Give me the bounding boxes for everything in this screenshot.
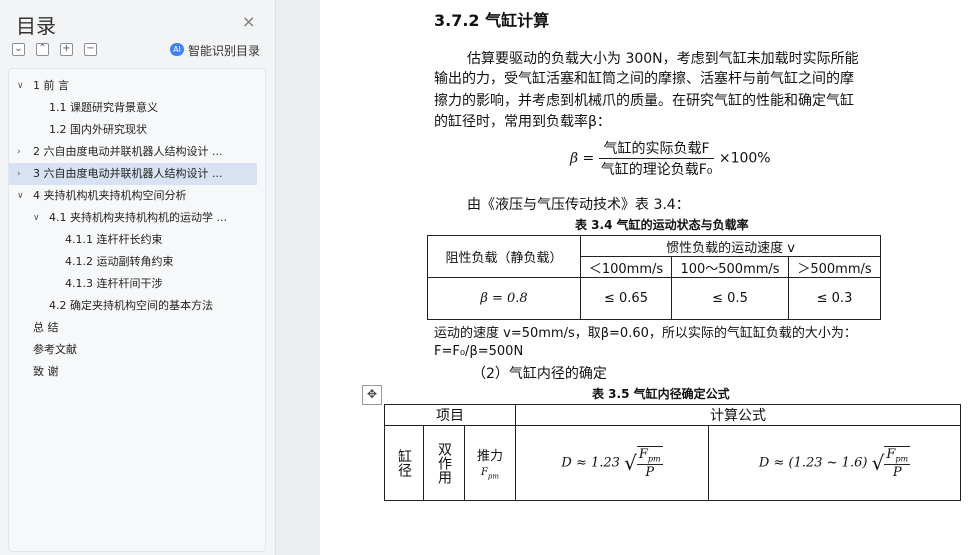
section-heading: 3.7.2 气缸计算 [434, 11, 550, 30]
table-header-cell: 计算公式 [515, 404, 961, 426]
chevron-right-icon[interactable]: › [17, 163, 21, 185]
table-cell: β = 0.8 [427, 277, 581, 320]
outline-item-label: 参考文献 [33, 343, 77, 356]
chevron-down-icon[interactable]: ∨ [33, 207, 40, 229]
table-subheader-cell: 100～500mm/s [671, 256, 789, 278]
formula-lhs: β = [570, 150, 595, 167]
outline-item-label: 4.1 夹持机构夹持机构机的运动学 ... [49, 211, 227, 224]
outline-item[interactable]: 4.1.2 运动副转角约束 [9, 251, 265, 273]
chevron-down-icon[interactable]: ∨ [17, 75, 24, 97]
formula-numerator: 气缸的实际负载F [598, 138, 715, 159]
outline-item[interactable]: › 2 六自由度电动并联机器人结构设计 ... [9, 141, 265, 163]
paragraph-line: 擦力的影响，并考虑到机械爪的质量。在研究气缸的性能和确定气缸 [434, 93, 854, 109]
outline-item[interactable]: ∨ 4.1 夹持机构夹持机构机的运动学 ... [9, 207, 265, 229]
formula-lhs: D ≈ 1.23 [561, 455, 620, 471]
outline-item-label: 4.1.2 运动副转角约束 [65, 255, 174, 268]
outline-item[interactable]: ∨ 4 夹持机构机夹持机构空间分析 [9, 185, 265, 207]
table-cell: ≤ 0.5 [671, 277, 789, 320]
table-subheader-cell: ＞500mm/s [788, 256, 881, 278]
outline-item-label: 3 六自由度电动并联机器人结构设计 ... [33, 167, 223, 180]
outline-item-label: 4.1.1 连杆杆长约束 [65, 233, 163, 246]
outline-item[interactable]: 4.1.1 连杆杆长约束 [9, 229, 265, 251]
close-icon[interactable]: × [242, 12, 255, 31]
table-cell: 推力 Fpm [464, 425, 516, 501]
thrust-symbol: F [480, 467, 488, 479]
formula-lhs: D ≈ (1.23 ~ 1.6) [758, 455, 868, 471]
formula-denominator: 气缸的理论负载F₀ [600, 162, 713, 178]
outline-list: ∨ 1 前 言 1.1 课题研究背景意义 1.2 国内外研究现状 › 2 六自由度电动并联… [8, 68, 266, 552]
force-line: F=F₀/β=500N [434, 344, 524, 359]
outline-item-label: 1.2 国内外研究现状 [49, 123, 147, 136]
nav-title: 目录 [16, 14, 56, 38]
smart-toc-button[interactable]: 智能识别目录 [188, 42, 260, 59]
outline-item[interactable]: 4.1.3 连杆杆间干涉 [9, 273, 265, 295]
reference-line: 由《液压与气压传动技术》表 3.4： [467, 197, 690, 213]
load-ratio-formula: β = 气缸的实际负载F 气缸的理论负载F₀ ×100% [570, 138, 771, 179]
table-header-cell: 惯性负载的运动速度 v [580, 235, 881, 257]
outline-item-label: 4.1.3 连杆杆间干涉 [65, 277, 163, 290]
table-cell: ≤ 0.3 [788, 277, 881, 320]
outline-item-label: 1.1 课题研究背景意义 [49, 101, 158, 114]
table-header-cell: 阻性负载（静负载） [427, 235, 581, 278]
paragraph-line: 的缸径时，常用到负载率β： [434, 114, 611, 130]
formula-fraction: 气缸的实际负载F 气缸的理论负载F₀ [598, 138, 715, 179]
load-ratio-table: 阻性负载（静负载） 惯性负载的运动速度 v ＜100mm/s 100～500mm… [427, 235, 881, 320]
outline-item-label: 4 夹持机构机夹持机构空间分析 [33, 189, 187, 202]
bore-formula-table: 项目 计算公式 缸径 双作用 推力 Fpm D ≈ 1.23 √ Fpm P D ≈… [384, 404, 961, 501]
speed-line: 运动的速度 v=50mm/s，取β=0.60，所以实际的气缸缸负载的大小为： [434, 326, 857, 341]
chevron-right-icon[interactable]: › [17, 141, 21, 163]
paragraph-line: 输出的力，受气缸活塞和缸筒之间的摩擦、活塞杆与前气缸之间的摩 [434, 71, 854, 87]
table-cell: 缸径 [384, 425, 424, 501]
formula-fraction: Fpm P [884, 446, 911, 480]
expand-all-icon[interactable]: ⌃ [36, 43, 49, 56]
formula-cell: D ≈ (1.23 ~ 1.6) √ Fpm P [708, 425, 961, 501]
add-heading-icon[interactable]: + [60, 43, 73, 56]
outline-item-label: 总 结 [33, 321, 59, 334]
navigation-pane: 目录 × ⌄ ⌃ + − AI 智能识别目录 ∨ 1 前 言 1.1 课题研究背景意… [0, 0, 276, 555]
outline-item[interactable]: 致 谢 [9, 361, 265, 383]
table-cell: 双作用 [423, 425, 465, 501]
outline-item[interactable]: › 3 六自由度电动并联机器人结构设计 ... [9, 163, 257, 185]
formula-cell: D ≈ 1.23 √ Fpm P [515, 425, 709, 501]
collapse-all-icon[interactable]: ⌄ [12, 43, 25, 56]
outline-item[interactable]: 4.2 确定夹持机构空间的基本方法 [9, 295, 265, 317]
thrust-label: 推力 [476, 449, 503, 465]
table-caption: 表 3.4 气缸的运动状态与负载率 [575, 218, 749, 232]
formula-fraction: Fpm P [636, 446, 663, 480]
subsection-heading: （2）气缸内径的确定 [472, 366, 607, 382]
outline-item[interactable]: 参考文献 [9, 339, 265, 361]
outline-item-label: 致 谢 [33, 365, 59, 378]
remove-heading-icon[interactable]: − [84, 43, 97, 56]
table-cell: ≤ 0.65 [580, 277, 672, 320]
outline-item-label: 1 前 言 [33, 79, 69, 92]
formula-tail: ×100% [718, 150, 771, 167]
outline-item[interactable]: ∨ 1 前 言 [9, 75, 265, 97]
thrust-subscript: pm [487, 472, 500, 481]
outline-item-label: 2 六自由度电动并联机器人结构设计 ... [33, 145, 223, 158]
outline-item[interactable]: 1.1 课题研究背景意义 [9, 97, 265, 119]
table-caption: 表 3.5 气缸内径确定公式 [592, 387, 730, 401]
table-header-cell: 项目 [384, 404, 516, 426]
outline-item-label: 4.2 确定夹持机构空间的基本方法 [49, 299, 213, 312]
table-subheader-cell: ＜100mm/s [580, 256, 672, 278]
ai-icon[interactable]: AI [170, 43, 184, 56]
table-move-icon[interactable]: ✥ [362, 385, 382, 405]
chevron-down-icon[interactable]: ∨ [17, 185, 24, 207]
document-page: 3.7.2 气缸计算 估算要驱动的负载大小为 300N，考虑到气缸未加载时实际所… [320, 0, 969, 555]
paragraph-line: 估算要驱动的负载大小为 300N，考虑到气缸未加载时实际所能 [467, 51, 859, 67]
outline-item[interactable]: 1.2 国内外研究现状 [9, 119, 265, 141]
outline-item[interactable]: 总 结 [9, 317, 265, 339]
